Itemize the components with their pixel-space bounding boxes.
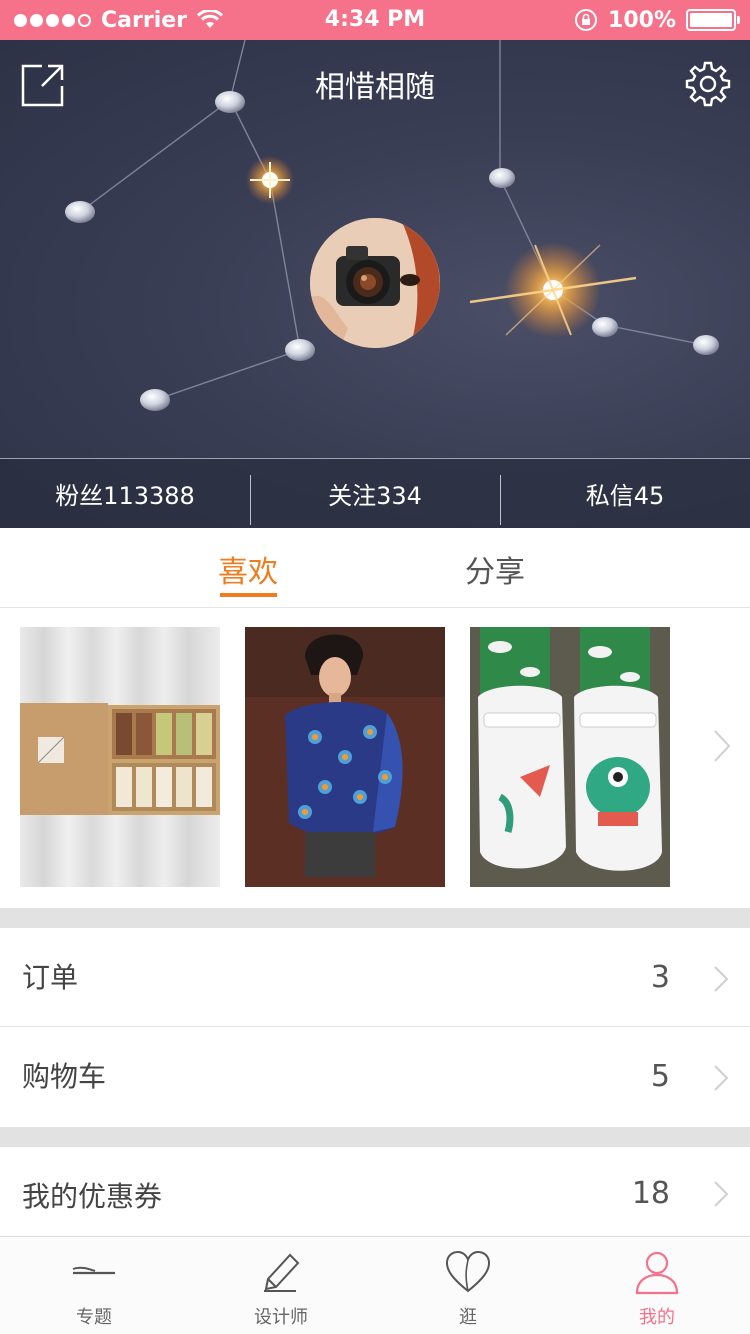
tabbar-designers[interactable]: 设计师 bbox=[211, 1237, 351, 1334]
tabbar-topics-label: 专题 bbox=[76, 1307, 112, 1328]
active-tab-indicator bbox=[220, 593, 277, 597]
section-separator bbox=[0, 908, 750, 928]
product-thumbnail[interactable] bbox=[470, 627, 670, 887]
orders-label: 订单 bbox=[22, 961, 79, 994]
profile-nickname: 相惜相随 bbox=[315, 70, 435, 105]
product-peacock-kimono-image bbox=[245, 627, 445, 887]
following-count[interactable]: 关注334 bbox=[250, 459, 500, 528]
chevron-right-icon[interactable] bbox=[710, 726, 734, 766]
product-thumbnail[interactable] bbox=[245, 627, 445, 887]
battery-percent: 100% bbox=[608, 7, 676, 33]
tabbar-browse[interactable]: 逛 bbox=[398, 1237, 538, 1334]
orders-count: 3 bbox=[650, 960, 670, 995]
chevron-right-icon bbox=[714, 1181, 729, 1207]
tabbar-me-label: 我的 bbox=[639, 1307, 675, 1328]
chevron-right-icon bbox=[714, 1065, 729, 1091]
rotation-lock-icon bbox=[575, 9, 598, 31]
bottom-tab-bar: 专题 设计师 逛 我的 bbox=[0, 1236, 750, 1334]
battery-icon bbox=[686, 9, 740, 31]
pencil-icon bbox=[264, 1253, 300, 1292]
tab-shares[interactable]: 分享 bbox=[465, 528, 525, 608]
profile-stats-bar: 粉丝113388 关注334 私信45 bbox=[0, 458, 750, 528]
chevron-right-icon bbox=[714, 966, 729, 992]
orders-row[interactable]: 订单 3 bbox=[0, 928, 750, 1027]
status-right: 100% bbox=[574, 0, 740, 40]
product-painted-canvas-shoes-image bbox=[470, 627, 670, 887]
tabbar-me[interactable]: 我的 bbox=[587, 1237, 727, 1334]
topic-line-icon bbox=[72, 1266, 115, 1275]
heart-icon bbox=[445, 1250, 491, 1293]
person-icon bbox=[635, 1251, 679, 1295]
settings-gear-icon[interactable] bbox=[684, 60, 732, 108]
messages-count[interactable]: 私信45 bbox=[500, 459, 750, 528]
tabbar-designers-label: 设计师 bbox=[254, 1307, 308, 1328]
content-tabs: 喜欢 分享 bbox=[0, 528, 750, 608]
cart-count: 5 bbox=[650, 1059, 670, 1094]
product-tea-gift-box-image bbox=[20, 703, 220, 815]
profile-header: 相惜相随 粉丝113388 关注334 私信45 bbox=[0, 40, 750, 528]
user-avatar[interactable] bbox=[310, 218, 440, 348]
followers-count[interactable]: 粉丝113388 bbox=[0, 459, 250, 528]
cart-label: 购物车 bbox=[22, 1060, 107, 1093]
avatar-photo-camera bbox=[310, 218, 440, 348]
coupons-count: 18 bbox=[631, 1176, 670, 1211]
liked-products-strip bbox=[0, 608, 750, 908]
product-thumbnail[interactable] bbox=[20, 627, 220, 887]
cart-row[interactable]: 购物车 5 bbox=[0, 1027, 750, 1126]
coupons-label: 我的优惠券 bbox=[22, 1180, 163, 1213]
coupons-row[interactable]: 我的优惠券 18 bbox=[0, 1147, 750, 1236]
tabbar-topics[interactable]: 专题 bbox=[24, 1237, 164, 1334]
section-separator bbox=[0, 1127, 750, 1147]
status-bar: Carrier 4:34 PM 100% bbox=[0, 0, 750, 40]
tabbar-browse-label: 逛 bbox=[459, 1307, 477, 1328]
